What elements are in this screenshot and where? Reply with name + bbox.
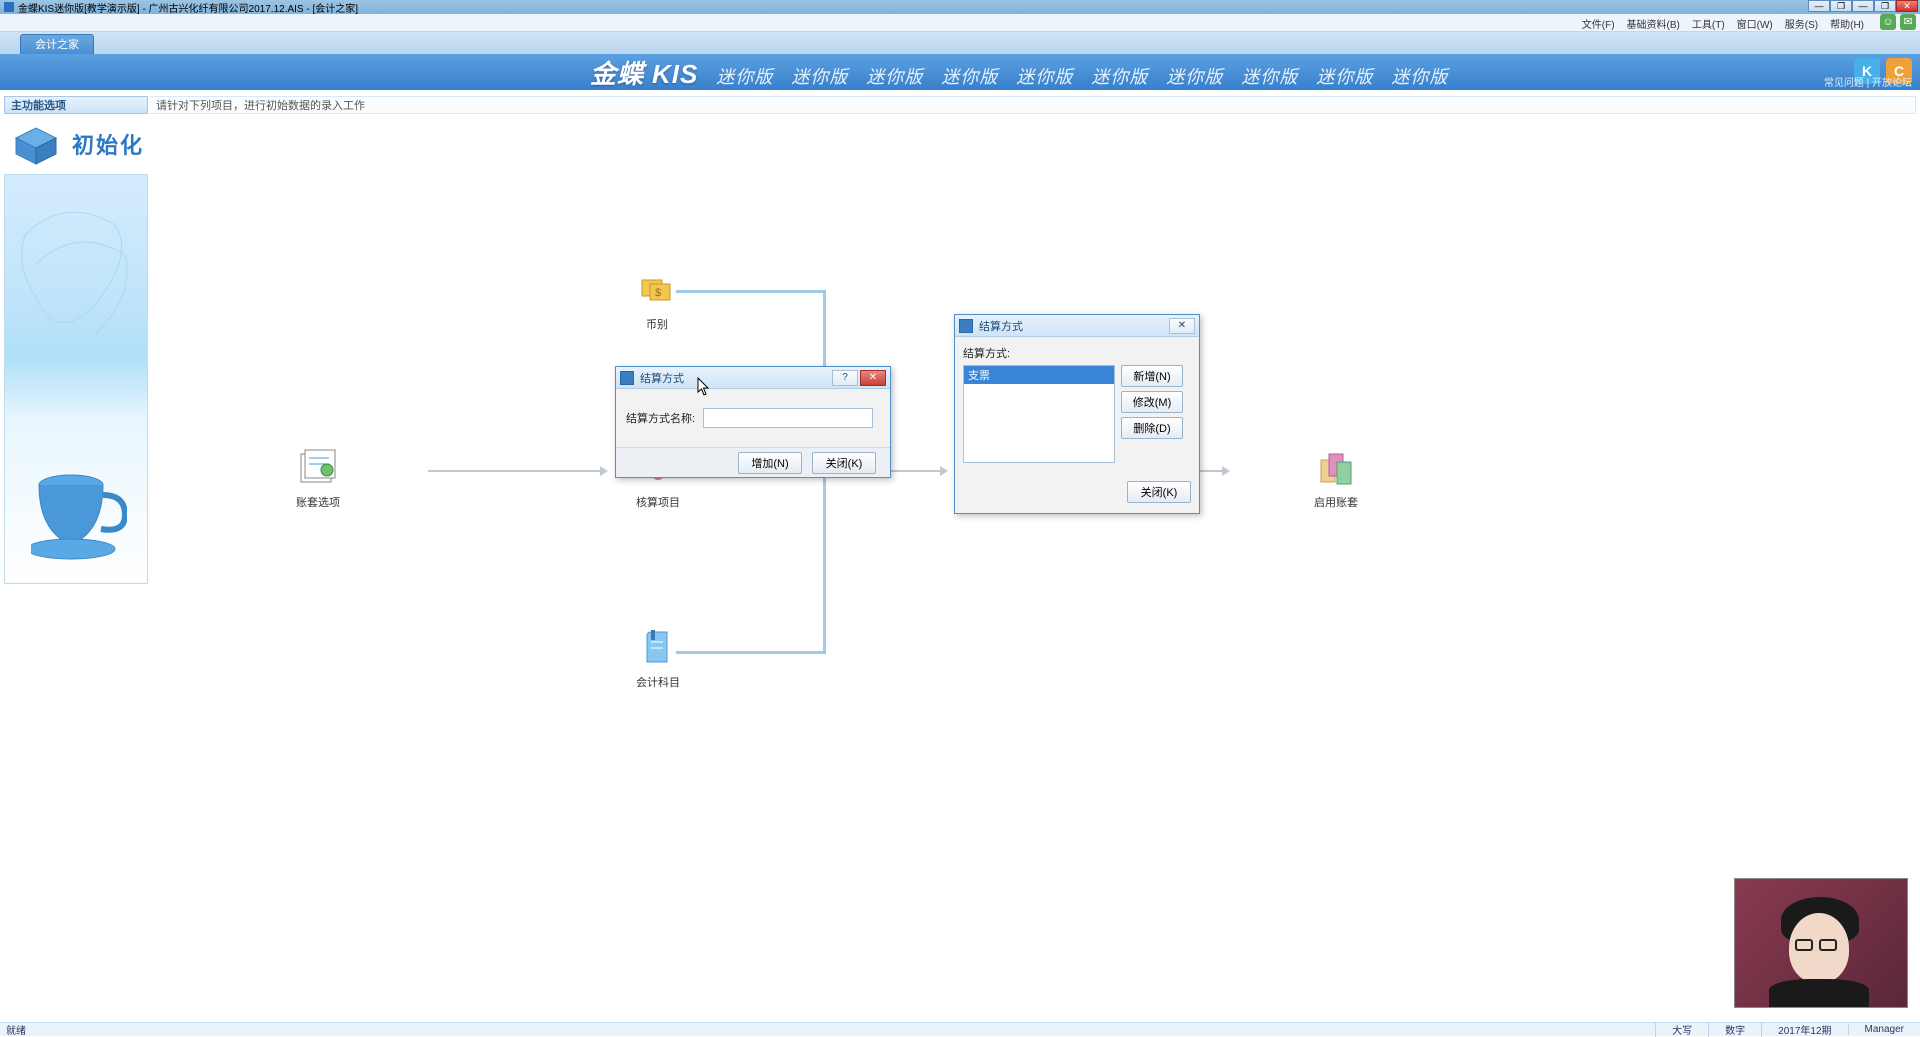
close-button[interactable]: ✕: [1896, 0, 1918, 12]
smile-icon[interactable]: ☺: [1880, 14, 1896, 30]
mini-10: 迷你版: [1391, 63, 1448, 89]
brand-en: KIS: [652, 59, 698, 90]
webcam-overlay: [1734, 878, 1908, 1008]
mini-8: 迷你版: [1241, 63, 1298, 89]
menu-tools[interactable]: 工具(T): [1686, 14, 1731, 31]
mini-4: 迷你版: [941, 63, 998, 89]
cup-icon: [31, 471, 127, 561]
flow-label: 核算项目: [636, 494, 680, 510]
flow-label: 账套选项: [296, 494, 340, 510]
minimize-button[interactable]: —: [1808, 0, 1830, 12]
mini-6: 迷你版: [1091, 63, 1148, 89]
status-left: 就绪: [0, 1022, 1655, 1037]
chat-icon[interactable]: ✉: [1900, 14, 1916, 30]
menu-base[interactable]: 基础资料(B): [1621, 14, 1686, 31]
flow-label: 会计科目: [636, 674, 680, 690]
tab-home[interactable]: 会计之家: [20, 34, 94, 54]
list-item[interactable]: 支票: [964, 366, 1114, 384]
top-right-icons: ☺ ✉: [1880, 14, 1916, 30]
flow-currency[interactable]: $ 币别: [636, 270, 678, 332]
mini-5: 迷你版: [1016, 63, 1073, 89]
delete-button[interactable]: 删除(D): [1121, 417, 1183, 439]
dialog-close-button[interactable]: ✕: [860, 370, 886, 386]
dialog-icon: [959, 319, 973, 333]
flow-enable[interactable]: 启用账套: [1314, 448, 1358, 510]
new-button[interactable]: 新增(N): [1121, 365, 1183, 387]
banner-forum-text[interactable]: 常见问题 | 开放论坛: [1824, 74, 1912, 89]
sidebar: 主功能选项 初始化: [4, 96, 148, 586]
svg-text:$: $: [655, 287, 661, 299]
sidebar-image: [4, 174, 148, 584]
app-icon: [4, 2, 14, 12]
maximize-button[interactable]: ❐: [1830, 0, 1852, 12]
sidebar-title: 初始化: [72, 128, 144, 160]
sidebar-header: 主功能选项: [4, 96, 148, 114]
connector: [676, 290, 826, 293]
flow-subject[interactable]: 会计科目: [636, 628, 680, 690]
status-num: 数字: [1708, 1022, 1761, 1037]
mini-9: 迷你版: [1316, 63, 1373, 89]
brand-cn: 金蝶: [590, 54, 644, 90]
name-input[interactable]: [703, 408, 873, 428]
dialog-title: 结算方式: [979, 318, 1023, 334]
instruction-bar: 请针对下列项目，进行初始数据的录入工作: [150, 96, 1916, 114]
content-area: 主功能选项 初始化 请针对下列项目，进行初始数据的录入工作: [0, 90, 1920, 1022]
window-title: 金蝶KIS迷你版[教学演示版] - 广州古兴化纤有限公司2017.12.AIS …: [18, 0, 358, 15]
inner-maximize-button[interactable]: ❐: [1874, 0, 1896, 12]
menu-bar: 文件(F) 基础资料(B) 工具(T) 窗口(W) 服务(S) 帮助(H): [0, 14, 1920, 32]
banner: 金蝶 KIS 迷你版 迷你版 迷你版 迷你版 迷你版 迷你版 迷你版 迷你版 迷你…: [0, 54, 1920, 90]
dialog-close-button[interactable]: ✕: [1169, 318, 1195, 334]
status-period: 2017年12期: [1761, 1022, 1847, 1037]
edit-button[interactable]: 修改(M): [1121, 391, 1183, 413]
arrow: [428, 468, 608, 474]
menu-service[interactable]: 服务(S): [1779, 14, 1824, 31]
arrow: [1200, 468, 1230, 474]
settlement-listbox[interactable]: 支票: [963, 365, 1115, 463]
status-caps: 大写: [1655, 1022, 1708, 1037]
name-label: 结算方式名称:: [626, 410, 695, 426]
window-controls: — ❐ — ❐ ✕: [1808, 0, 1918, 12]
tab-row: 会计之家: [0, 32, 1920, 54]
add-button[interactable]: 增加(N): [738, 452, 802, 474]
close-button[interactable]: 关闭(K): [812, 452, 876, 474]
list-label: 结算方式:: [963, 345, 1191, 361]
connector: [676, 651, 826, 654]
menu-file[interactable]: 文件(F): [1576, 14, 1621, 31]
mini-1: 迷你版: [716, 63, 773, 89]
mini-7: 迷你版: [1166, 63, 1223, 89]
dialog-settlement-edit: 结算方式 ? ✕ 结算方式名称: 增加(N) 关闭(K): [615, 366, 891, 478]
flow-account-options[interactable]: 账套选项: [296, 448, 340, 510]
menu-help[interactable]: 帮助(H): [1824, 14, 1870, 31]
close-button[interactable]: 关闭(K): [1127, 481, 1191, 503]
mini-3: 迷你版: [866, 63, 923, 89]
status-user: Manager: [1848, 1024, 1920, 1035]
cube-icon: [8, 120, 64, 168]
title-bar: 金蝶KIS迷你版[教学演示版] - 广州古兴化纤有限公司2017.12.AIS …: [0, 0, 1920, 14]
flow-label: 启用账套: [1314, 494, 1358, 510]
menu-window[interactable]: 窗口(W): [1731, 14, 1779, 31]
dialog-settlement-list: 结算方式 ✕ 结算方式: 支票 新增(N) 修改(M) 删除(D) 关闭(K): [954, 314, 1200, 514]
mini-2: 迷你版: [791, 63, 848, 89]
dialog-icon: [620, 371, 634, 385]
help-button[interactable]: ?: [832, 370, 858, 386]
inner-minimize-button[interactable]: —: [1852, 0, 1874, 12]
status-bar: 就绪 大写 数字 2017年12期 Manager: [0, 1022, 1920, 1036]
flow-label: 币别: [636, 316, 678, 332]
dialog-title: 结算方式: [640, 370, 684, 386]
